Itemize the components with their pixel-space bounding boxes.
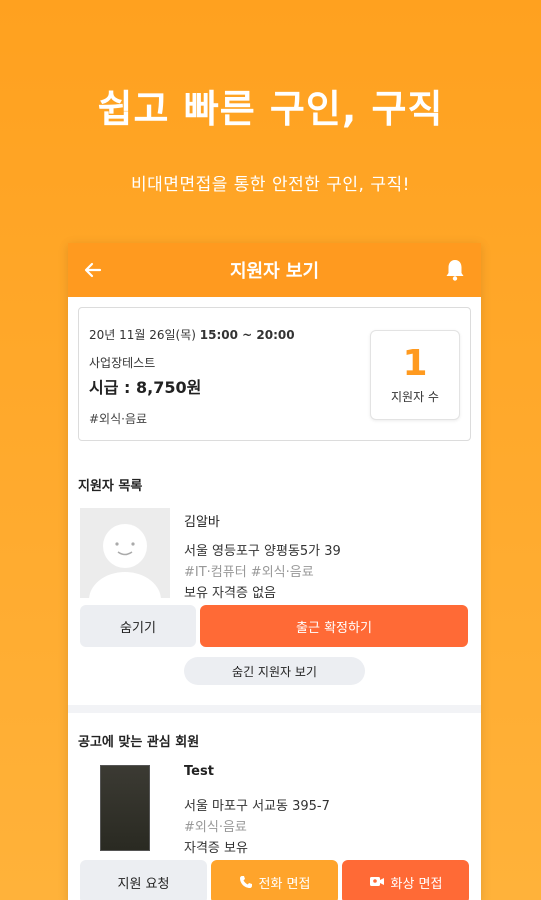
applicant-address: 서울 영등포구 양평동5가 39 (184, 544, 341, 559)
arrow-left-icon[interactable] (82, 257, 104, 283)
page-title: 지원자 보기 (229, 261, 320, 282)
phone-icon (239, 875, 253, 889)
job-summary-card: 20년 11월 26일(목) 15:00 ~ 20:00 사업장테스트 시급 :… (78, 307, 471, 441)
applicant-license: 보유 자격증 없음 (184, 586, 276, 601)
avatar[interactable] (100, 765, 150, 851)
job-company: 사업장테스트 (89, 356, 156, 370)
hero-title: 쉽고 빠른 구인, 구직 (97, 87, 444, 131)
applicant-tags: #IT·컴퓨터 #외식·음료 (184, 565, 314, 580)
job-tag: #외식·음료 (89, 412, 148, 426)
applicant-count-label: 지원자 수 (391, 390, 439, 404)
request-apply-button[interactable]: 지원 요청 (80, 860, 207, 900)
show-hidden-applicants-button[interactable]: 숨긴 지원자 보기 (184, 657, 365, 685)
phone-screen: 지원자 보기 20년 11월 26일(목) 15:00 ~ 20:00 사업장테… (68, 243, 481, 900)
member-address: 서울 마포구 서교동 395-7 (184, 799, 330, 814)
app-bar: 지원자 보기 (68, 243, 481, 297)
member-license: 자격증 보유 (184, 841, 248, 856)
job-time: 15:00 ~ 20:00 (199, 328, 295, 342)
video-call-icon (369, 875, 385, 889)
bell-icon[interactable] (443, 257, 467, 283)
hero-subtitle: 비대면면접을 통한 안전한 구인, 구직! (131, 175, 410, 195)
video-interview-button[interactable]: 화상 면접 (342, 860, 469, 900)
applicant-name: 김알바 (184, 515, 220, 530)
phone-interview-label: 전화 면접 (258, 876, 311, 892)
member-tags: #외식·음료 (184, 820, 247, 835)
member-name: Test (184, 764, 214, 779)
matching-members-title: 공고에 맞는 관심 회원 (78, 735, 200, 750)
job-datetime: 20년 11월 26일(목) 15:00 ~ 20:00 (89, 326, 295, 343)
section-divider (68, 705, 481, 713)
applicant-count: 1 (402, 343, 428, 384)
video-interview-label: 화상 면접 (390, 876, 443, 892)
confirm-work-button[interactable]: 출근 확정하기 (200, 605, 468, 647)
avatar[interactable] (80, 508, 170, 598)
phone-interview-button[interactable]: 전화 면접 (211, 860, 338, 900)
job-date: 20년 11월 26일(목) (89, 328, 196, 342)
applicant-count-box: 1 지원자 수 (370, 330, 460, 420)
hide-button[interactable]: 숨기기 (80, 605, 196, 647)
job-wage: 시급 : 8,750원 (89, 378, 202, 397)
applicant-list-title: 지원자 목록 (78, 479, 143, 494)
